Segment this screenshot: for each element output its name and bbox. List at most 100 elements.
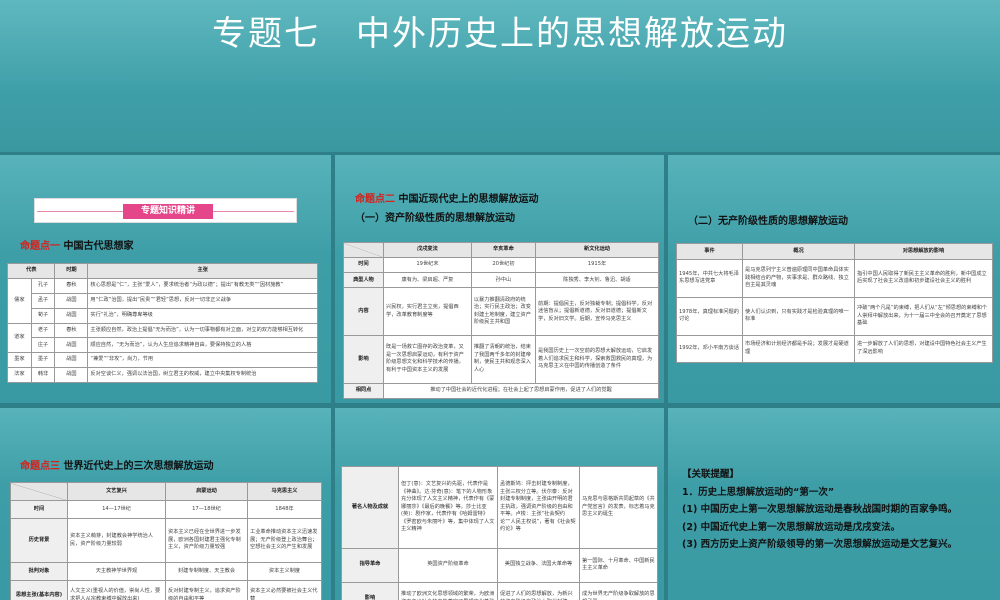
world-movements-table-continued: 著名人物及成就 但丁(意)：文艺复兴的先驱，代表作是《神曲》。达·芬奇(意)：笔下… — [341, 466, 658, 600]
table-row: 1945年，中共七大将毛泽东思想写进党章 是马克思列宁主义普遍原理同中国革命具体实… — [676, 258, 993, 298]
table-row: 指导革命 英国资产阶级革命 美国独立战争、法国大革命等 第一国际、十月革命、中国新民主… — [341, 548, 658, 583]
name: 韩非 — [30, 367, 56, 383]
cell: 14—17世纪 — [67, 500, 166, 520]
name: 孟子 — [30, 292, 56, 309]
col-header: 启蒙运动 — [165, 481, 248, 502]
cell: 促进了人们的思想解放，为新兴的资产阶级在政治上取代封建 — [497, 581, 580, 600]
table-row: 影响 既是一场救亡图存的政治变革，又是一次思想启蒙运动，有利于资产阶级思想文化和科… — [343, 335, 659, 384]
section-banner: 专题知识精讲 — [34, 198, 297, 223]
heading-text: 世界近代史上的三次思想解放运动 — [63, 461, 214, 472]
slide-thumbnail-6[interactable]: 【关联提醒】 1．历史上思想解放运动的“第一次” (1) 中国历史上第一次思想解… — [668, 408, 1000, 600]
table-row: 批判对象 天主教神学世界观 封建专制制度、天主教会 资本主义制度 — [10, 561, 322, 582]
world-movements-table: 文艺复兴 启蒙运动 马克思主义 时间 14—17世纪 17—18世纪 1848年 历史背景… — [10, 481, 322, 600]
name: 孔子 — [30, 277, 56, 294]
period: 战国 — [54, 292, 89, 309]
row-label: 相同点 — [343, 382, 384, 400]
cell: 前期：提倡民主，反对独裁专制；提倡科学，反对迷信盲从；提倡新道德，反对旧道德；提… — [535, 287, 659, 337]
idea: 用“仁政”治国，提出“民贵”“君轻”思想，反对一切非正义战争 — [87, 292, 318, 309]
heading-number: 命题点三 — [20, 461, 60, 472]
table-row: 著名人物及成就 但丁(意)：文艺复兴的先驱，代表作是《神曲》。达·芬奇(意)：笔下… — [341, 466, 658, 549]
row-label: 著名人物及成就 — [341, 466, 399, 549]
cell: 陈独秀、李大钊、鲁迅、胡适 — [535, 272, 659, 289]
period: 战国 — [54, 367, 89, 383]
slide-thumbnail-1[interactable]: 专题知识精讲 命题点一 中国古代思想家 代表 时期 主张 儒家 孔子 春秋 核心思想是“仁… — [0, 155, 331, 403]
col-header: 新文化运动 — [535, 241, 659, 259]
bourgeois-movements-table: 戊戌变法 辛亥革命 新文化运动 时间 19世纪末 20世纪初 1915年 典型人物 康有为、… — [343, 241, 659, 400]
table-row: 道家 老子 春秋 主张顺应自然，政治上提倡“无为而治”，认为一切事物都有对立面，对立的… — [7, 322, 318, 354]
corner-cell — [10, 481, 68, 502]
cell: 推动了欧洲文化思想领域的繁荣，为欧洲资本主义社会的产生奠定了思想文化基础 — [398, 581, 498, 600]
cell: 1978年，真理标准问题的讨论 — [676, 296, 743, 337]
row-label: 影响 — [343, 335, 384, 384]
tips-line: (1) 中国历史上第一次思想解放运动是春秋战国时期的百家争鸣。 — [682, 504, 958, 515]
section-heading: 命题点三 世界近代史上的三次思想解放运动 — [20, 457, 213, 472]
cell: 资本主义必然要被社会主义代替 — [247, 580, 322, 600]
cell: 以暴力推翻清政府的统治；实行民主政治；改变封建土地制度，建立资产阶级民主共和国 — [470, 287, 537, 337]
table-row: 相同点 推动了中国社会的近代化进程；在社会上起了思想启蒙作用，促进了人们的觉醒 — [343, 382, 659, 400]
table-row: 影响推动了欧洲文化思想领域的繁荣，为欧洲资本主义社会的产生奠定了思想文化基础促进… — [341, 581, 658, 600]
cell: 工业革命推动资本主义迅速发展；无产阶级登上政治舞台；空想社会主义的产生和发展 — [247, 518, 322, 563]
period: 春秋 — [54, 277, 89, 294]
row-label: 典型人物 — [343, 272, 384, 289]
heading-text: 中国古代思想家 — [63, 241, 134, 252]
table-row: 儒家 孔子 春秋 核心思想是“仁”，主张“爱人”，要求统治者“为政以德”；提出“有教无… — [7, 277, 318, 324]
slide-thumbnail-3[interactable]: （二）无产阶级性质的思想解放运动 事件 概况 对思想解放的影响 1945年，中共七大… — [668, 155, 1000, 403]
tips-line: 1．历史上思想解放运动的“第一次” — [682, 486, 835, 498]
name: 老子 — [30, 322, 56, 339]
col-header: 时期 — [54, 263, 89, 279]
cell: 人文主义(重视人的价值，崇尚人性，要求把人从宗教束缚中解放出来) — [67, 580, 166, 600]
cell: 是我国历史上一次空前的思想大解放运动，它启发着人们追求民主和科学，探索救国救民的… — [535, 335, 659, 384]
heading-text: 中国近现代史上的思想解放运动 — [398, 194, 539, 205]
col-header: 代表 — [6, 263, 56, 279]
subheading: （二）无产阶级性质的思想解放运动 — [688, 216, 848, 227]
table-row: 1992年，邓小平南方谈话 市场经济和计划经济都是手段；发展才是硬道理 进一步解放了… — [676, 335, 993, 363]
table-row: 墨家 墨子 战国 “兼爱”“非攻”，尚力，节用 — [7, 352, 318, 369]
cell: 马克思与恩格斯共同起草的《共产党宣言》的发表，标志着马克思主义的诞生 — [579, 466, 658, 549]
idea: 顺应自然，“无为而治”，认为人生应追求精神自由，要保持独立的人格 — [87, 337, 318, 354]
row-label: 指导革命 — [341, 548, 399, 583]
cell: 第一国际、十月革命、中国新民主主义革命 — [579, 548, 658, 583]
cell: 指引中国人民取得了新民主主义革命的胜利，新中国成立后实现了社会主义改造和初步建设… — [854, 258, 993, 298]
section-heading: 命题点一 中国古代思想家 — [20, 237, 133, 252]
cell: 兴民权，实行君主立宪，提倡西学，改革教育制度等 — [383, 287, 472, 337]
table-row: 法家 韩非 战国 反对空谈仁义，强调以法治国，树立君主的权威，建立中央集权专制统治 — [7, 367, 318, 383]
period: 战国 — [54, 337, 89, 354]
cell: 反对封建专制主义，追求资产阶级的自由和平等 — [165, 580, 248, 600]
subheading: （一）资产阶级性质的思想解放运动 — [355, 213, 515, 224]
cell: 资本主义萌芽，封建教会神学统治人民，资产阶级力量较弱 — [67, 518, 166, 563]
cell: 成为世界无产阶级争取解放的思想武器 — [579, 581, 658, 600]
cell: 既是一场救亡图存的政治变革，又是一次思想启蒙运动，有利于资产阶级思想文化和科学技… — [383, 335, 472, 384]
proletarian-movements-table: 事件 概况 对思想解放的影响 1945年，中共七大将毛泽东思想写进党章 是马克思列宁主… — [676, 243, 993, 363]
table-row: 1978年，真理标准问题的讨论 使人们认识到，只有实践才是检验真理的唯一标准 冲破“… — [676, 296, 993, 337]
school: 法家 — [7, 367, 32, 383]
idea: 反对空谈仁义，强调以法治国，树立君主的权威，建立中央集权专制统治 — [87, 367, 318, 383]
table-row: 典型人物 康有为、梁启超、严复 孙中山 陈独秀、李大钊、鲁迅、胡适 — [343, 272, 659, 289]
tips-line: (3) 西方历史上资产阶级领导的第一次思想解放运动是文艺复兴。 — [682, 539, 958, 550]
related-tips: 【关联提醒】 1．历史上思想解放运动的“第一次” (1) 中国历史上第一次思想解… — [682, 466, 992, 554]
col-header: 概况 — [742, 243, 855, 260]
slide-thumbnail-4[interactable]: 命题点三 世界近代史上的三次思想解放运动 文艺复兴 启蒙运动 马克思主义 时间 14—… — [0, 408, 331, 600]
col-header: 事件 — [676, 243, 743, 260]
cell: 市场经济和计划经济都是手段；发展才是硬道理 — [742, 335, 855, 363]
table-row: 庄子 战国 顺应自然，“无为而治”，认为人生应追求精神自由，要保持独立的人格 — [8, 337, 318, 354]
col-header: 马克思主义 — [247, 481, 322, 502]
table-row: 时间 19世纪末 20世纪初 1915年 — [343, 257, 659, 274]
row-label: 内容 — [343, 287, 384, 337]
cell: 但丁(意)：文艺复兴的先驱，代表作是《神曲》。达·芬奇(意)：笔下的人物形象充分… — [398, 466, 498, 549]
row-label: 时间 — [10, 500, 68, 520]
col-header: 主张 — [87, 263, 318, 279]
table-row: 思想主张(基本内容) 人文主义(重视人的价值，崇尚人性，要求把人从宗教束缚中解放出… — [10, 580, 322, 600]
cell: 推翻了清朝的统治，结束了我国两千多年的封建帝制，使民主共和观念深入人心 — [470, 335, 537, 384]
col-header: 辛亥革命 — [470, 241, 537, 259]
col-header: 文艺复兴 — [67, 481, 166, 502]
slide-thumbnail-5[interactable]: 著名人物及成就 但丁(意)：文艺复兴的先驱，代表作是《神曲》。达·芬奇(意)：笔下… — [335, 408, 664, 600]
row-label: 思想主张(基本内容) — [10, 580, 68, 600]
col-header: 对思想解放的影响 — [854, 243, 993, 260]
cell: 20世纪初 — [470, 257, 537, 274]
heading-number: 命题点一 — [20, 241, 60, 252]
cell: 冲破“两个凡是”的束缚，把人们从“左”倾思想的束缚和个人崇拜中解放出来，为十一届… — [854, 296, 993, 337]
slide-thumbnail-2[interactable]: 命题点二 中国近现代史上的思想解放运动 （一）资产阶级性质的思想解放运动 戊戌变… — [335, 155, 664, 403]
cell: 康有为、梁启超、严复 — [383, 272, 472, 289]
period: 战国 — [54, 307, 89, 324]
table-row: 时间 14—17世纪 17—18世纪 1848年 — [10, 500, 322, 520]
